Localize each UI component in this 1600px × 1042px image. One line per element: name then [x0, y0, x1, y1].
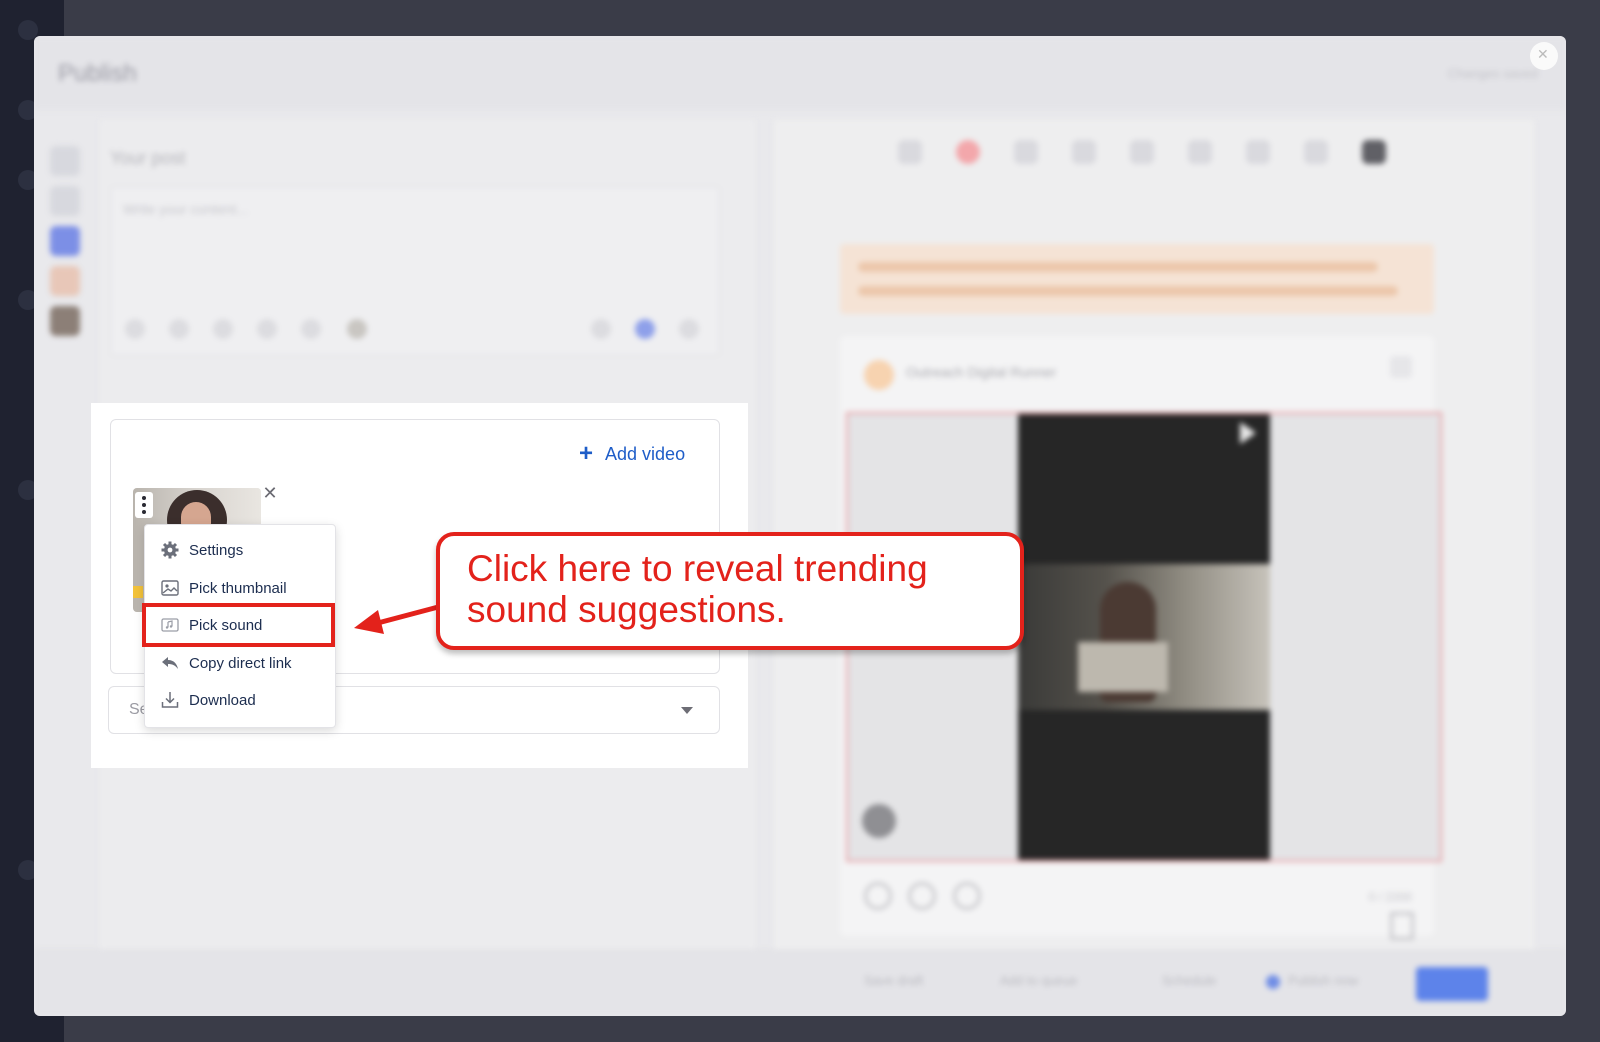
heart-icon [864, 882, 892, 910]
download-icon [159, 689, 181, 711]
network-icon[interactable] [1130, 140, 1154, 164]
settings-icon[interactable] [679, 319, 699, 339]
chevron-down-icon [681, 707, 693, 714]
add-video-button[interactable]: + Add video [579, 442, 685, 466]
callout-text: Click here to reveal trending sound sugg… [467, 548, 928, 630]
instagram-icon[interactable] [956, 140, 980, 164]
emoji-icon[interactable] [125, 319, 145, 339]
network-icon[interactable] [1188, 140, 1212, 164]
modal-footer: Save draft Add to queue Schedule Publish… [34, 950, 1566, 1016]
pen-icon[interactable] [591, 319, 611, 339]
gear-icon [159, 539, 181, 561]
highlight-box [142, 603, 335, 647]
publish-now-radio[interactable] [1266, 975, 1280, 989]
account-name: Outreach Digital Runner [906, 364, 1057, 380]
play-icon[interactable] [1240, 422, 1256, 444]
account-selector [40, 136, 90, 376]
account-avatar [864, 360, 894, 390]
next-button[interactable] [1416, 967, 1488, 1001]
warning-text [858, 262, 1378, 272]
account-avatar[interactable] [50, 226, 80, 256]
menu-item-copy-direct-link[interactable]: Copy direct link [159, 650, 292, 676]
warning-banner [840, 244, 1434, 314]
close-icon[interactable] [1530, 42, 1558, 70]
plus-icon: + [579, 440, 594, 467]
filter-icon[interactable] [50, 186, 80, 216]
laptop-figure [1078, 642, 1168, 692]
bookmark-icon [1390, 912, 1414, 940]
account-avatar[interactable] [50, 306, 80, 336]
warning-text [858, 286, 1398, 296]
remove-video-icon[interactable]: ✕ [261, 484, 279, 502]
video-player[interactable] [1018, 414, 1270, 860]
section-title: Your post [110, 148, 186, 168]
image-icon [159, 577, 181, 599]
menu-item-pick-thumbnail[interactable]: Pick thumbnail [159, 575, 287, 601]
comment-icon [908, 882, 937, 910]
network-icon[interactable] [1246, 140, 1270, 164]
publish-now-label[interactable]: Publish now [1288, 973, 1358, 988]
save-draft-button[interactable]: Save draft [864, 973, 923, 988]
more-icon[interactable] [1390, 356, 1412, 378]
post-editor[interactable]: Write your content... [110, 186, 720, 356]
schedule-button[interactable]: Schedule [1162, 973, 1216, 988]
more-options-icon[interactable] [135, 492, 153, 518]
changes-status: Changes saved [1447, 66, 1538, 81]
network-icon[interactable] [1014, 140, 1038, 164]
network-icon[interactable] [1072, 140, 1096, 164]
media-icon[interactable] [347, 319, 367, 339]
menu-item-label: Pick thumbnail [189, 579, 287, 597]
callout-arrow [354, 603, 443, 634]
sound-toggle-icon[interactable] [862, 804, 896, 838]
add-to-queue-button[interactable]: Add to queue [1000, 973, 1077, 988]
editor-placeholder: Write your content... [123, 201, 249, 217]
video-frame-image [1018, 564, 1270, 710]
menu-item-label: Settings [189, 541, 244, 559]
menu-item-download[interactable]: Download [159, 687, 256, 713]
reply-arrow-icon [159, 652, 181, 674]
menu-item-label: Copy direct link [189, 654, 292, 672]
network-icon[interactable] [1304, 140, 1328, 164]
annotation-callout: Click here to reveal trending sound sugg… [436, 532, 1024, 650]
preview-actions [864, 882, 993, 915]
hashtag-icon[interactable] [213, 319, 233, 339]
menu-item-label: Download [189, 691, 256, 709]
text-icon[interactable] [301, 319, 321, 339]
modal-title: Publish [58, 60, 137, 87]
account-avatar[interactable] [50, 266, 80, 296]
share-icon [952, 882, 981, 910]
modal-header: Publish Changes saved [34, 36, 1566, 110]
expand-icon[interactable] [50, 146, 80, 176]
add-video-label: Add video [605, 443, 686, 464]
link-icon[interactable] [169, 319, 189, 339]
character-count: 0 / 2200 [1368, 890, 1412, 904]
mention-icon[interactable] [257, 319, 277, 339]
tiktok-icon[interactable] [1362, 140, 1386, 164]
network-icon[interactable] [898, 140, 922, 164]
thumbnail-detail [133, 586, 143, 598]
ai-assist-icon[interactable] [635, 319, 655, 339]
menu-item-settings[interactable]: Settings [159, 537, 243, 563]
